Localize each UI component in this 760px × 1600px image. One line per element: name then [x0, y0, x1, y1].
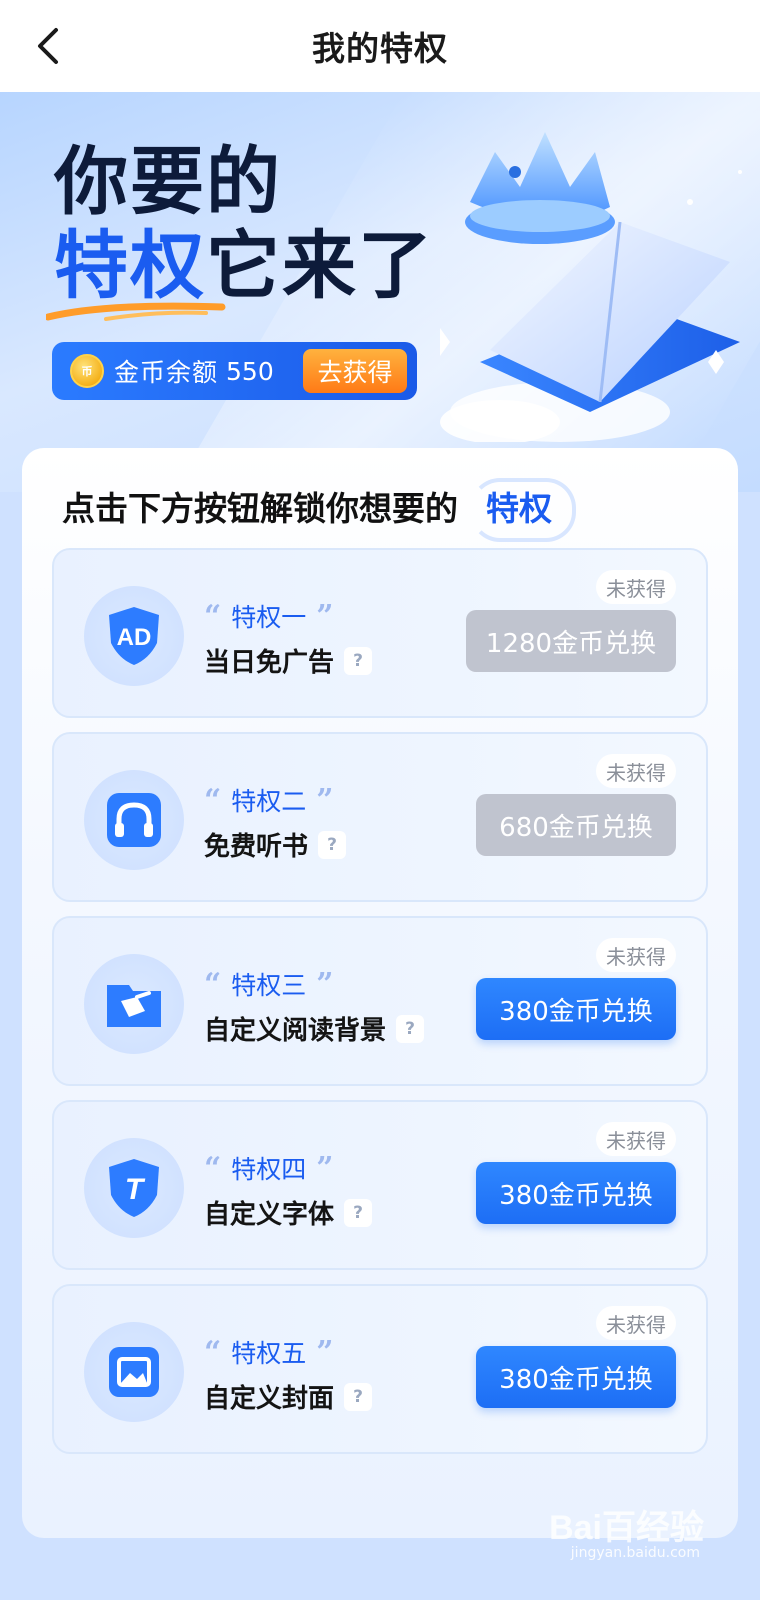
privilege-tier: “ 特权二 ”	[204, 782, 334, 818]
status-badge: 未获得	[596, 570, 676, 604]
redeem-button[interactable]: 380金币兑换	[476, 978, 676, 1040]
quote-open-icon: “	[204, 1334, 222, 1370]
status-badge: 未获得	[596, 1122, 676, 1156]
quote-open-icon: “	[204, 1150, 222, 1186]
privilege-name: 当日免广告 ?	[204, 642, 373, 679]
quote-open-icon: “	[204, 598, 222, 634]
panel-heading-tag: 特权	[470, 478, 576, 542]
quote-close-icon: ”	[316, 782, 334, 818]
privilege-tier-label: 特权四	[231, 1155, 307, 1184]
panel-heading-text: 点击下方按钮解锁你想要的	[62, 489, 458, 528]
watermark-brand: Bai百经验	[549, 1509, 704, 1547]
top-navigation-bar: 我的特权	[0, 0, 760, 92]
headline-line-1: 你要的	[54, 139, 282, 225]
coin-balance-bar: 币 金币余额 550 去获得	[52, 342, 417, 400]
status-badge: 未获得	[596, 1306, 676, 1340]
privilege-name-label: 自定义字体	[204, 1200, 335, 1230]
coin-icon: 币	[70, 354, 104, 388]
ad-icon: AD	[84, 586, 184, 686]
page-title: 我的特权	[312, 29, 448, 68]
privilege-name-label: 自定义封面	[204, 1384, 335, 1414]
panel-heading: 点击下方按钮解锁你想要的 特权	[62, 478, 576, 542]
privilege-tier-label: 特权五	[231, 1339, 307, 1368]
privilege-name-label: 当日免广告	[204, 648, 335, 678]
headline-line-2: 特权它来了	[54, 224, 434, 308]
headphones-icon	[84, 770, 184, 870]
redeem-button[interactable]: 1280金币兑换	[466, 610, 676, 672]
coin-balance-label: 金币余额	[114, 358, 219, 387]
get-coins-button[interactable]: 去获得	[303, 349, 407, 393]
quote-close-icon: ”	[316, 598, 334, 634]
privilege-card-2: “ 特权二 ” 免费听书 ? 未获得 680金币兑换	[52, 732, 708, 902]
privilege-tier: “ 特权一 ”	[204, 598, 334, 634]
privilege-name: 免费听书 ?	[204, 826, 347, 863]
privilege-card-4: T “ 特权四 ” 自定义字体 ? 未获得 380金币兑换	[52, 1100, 708, 1270]
back-button[interactable]	[26, 22, 70, 70]
headline-rest: 它来了	[206, 223, 434, 309]
privilege-tier-label: 特权三	[231, 971, 307, 1000]
privileges-panel: 点击下方按钮解锁你想要的 特权 AD “ 特权一 ” 当日免广告 ? 未获得 1…	[22, 448, 738, 1538]
svg-text:T: T	[125, 1173, 146, 1206]
quote-close-icon: ”	[316, 966, 334, 1002]
headline-accent: 特权	[54, 223, 206, 309]
crown-book-illustration	[440, 132, 742, 442]
privilege-card-5: “ 特权五 ” 自定义封面 ? 未获得 380金币兑换	[52, 1284, 708, 1454]
privilege-tier: “ 特权三 ”	[204, 966, 334, 1002]
status-badge: 未获得	[596, 938, 676, 972]
coin-balance-value: 550	[226, 356, 274, 386]
paint-bucket-icon	[84, 954, 184, 1054]
chevron-left-icon	[38, 28, 58, 64]
hero-headline: 你要的 特权它来了	[54, 140, 434, 308]
privilege-card-3: “ 特权三 ” 自定义阅读背景 ? 未获得 380金币兑换	[52, 916, 708, 1086]
privilege-name-label: 自定义阅读背景	[204, 1016, 387, 1046]
privilege-name: 自定义阅读背景 ?	[204, 1010, 425, 1047]
privilege-tier-label: 特权一	[231, 603, 307, 632]
redeem-button[interactable]: 380金币兑换	[476, 1346, 676, 1408]
watermark-url: jingyan.baidu.com	[570, 1545, 700, 1561]
privilege-name: 自定义封面 ?	[204, 1378, 373, 1415]
quote-open-icon: “	[204, 966, 222, 1002]
swoosh-decoration	[46, 302, 226, 321]
help-icon[interactable]: ?	[318, 830, 347, 859]
quote-close-icon: ”	[316, 1334, 334, 1370]
image-icon	[84, 1322, 184, 1422]
status-badge: 未获得	[596, 754, 676, 788]
privilege-name-label: 免费听书	[204, 832, 309, 862]
privilege-tier-label: 特权二	[231, 787, 307, 816]
help-icon[interactable]: ?	[344, 646, 373, 675]
help-icon[interactable]: ?	[344, 1198, 373, 1227]
privilege-tier: “ 特权四 ”	[204, 1150, 334, 1186]
redeem-button[interactable]: 680金币兑换	[476, 794, 676, 856]
privilege-name: 自定义字体 ?	[204, 1194, 373, 1231]
redeem-button[interactable]: 380金币兑换	[476, 1162, 676, 1224]
help-icon[interactable]: ?	[344, 1382, 373, 1411]
help-icon[interactable]: ?	[396, 1014, 425, 1043]
quote-close-icon: ”	[316, 1150, 334, 1186]
privilege-tier: “ 特权五 ”	[204, 1334, 334, 1370]
hero-banner: 你要的 特权它来了 币 金币余额 550 去获得	[0, 92, 760, 492]
privilege-card-1: AD “ 特权一 ” 当日免广告 ? 未获得 1280金币兑换	[52, 548, 708, 718]
font-icon: T	[84, 1138, 184, 1238]
svg-text:AD: AD	[117, 624, 152, 651]
quote-open-icon: “	[204, 782, 222, 818]
